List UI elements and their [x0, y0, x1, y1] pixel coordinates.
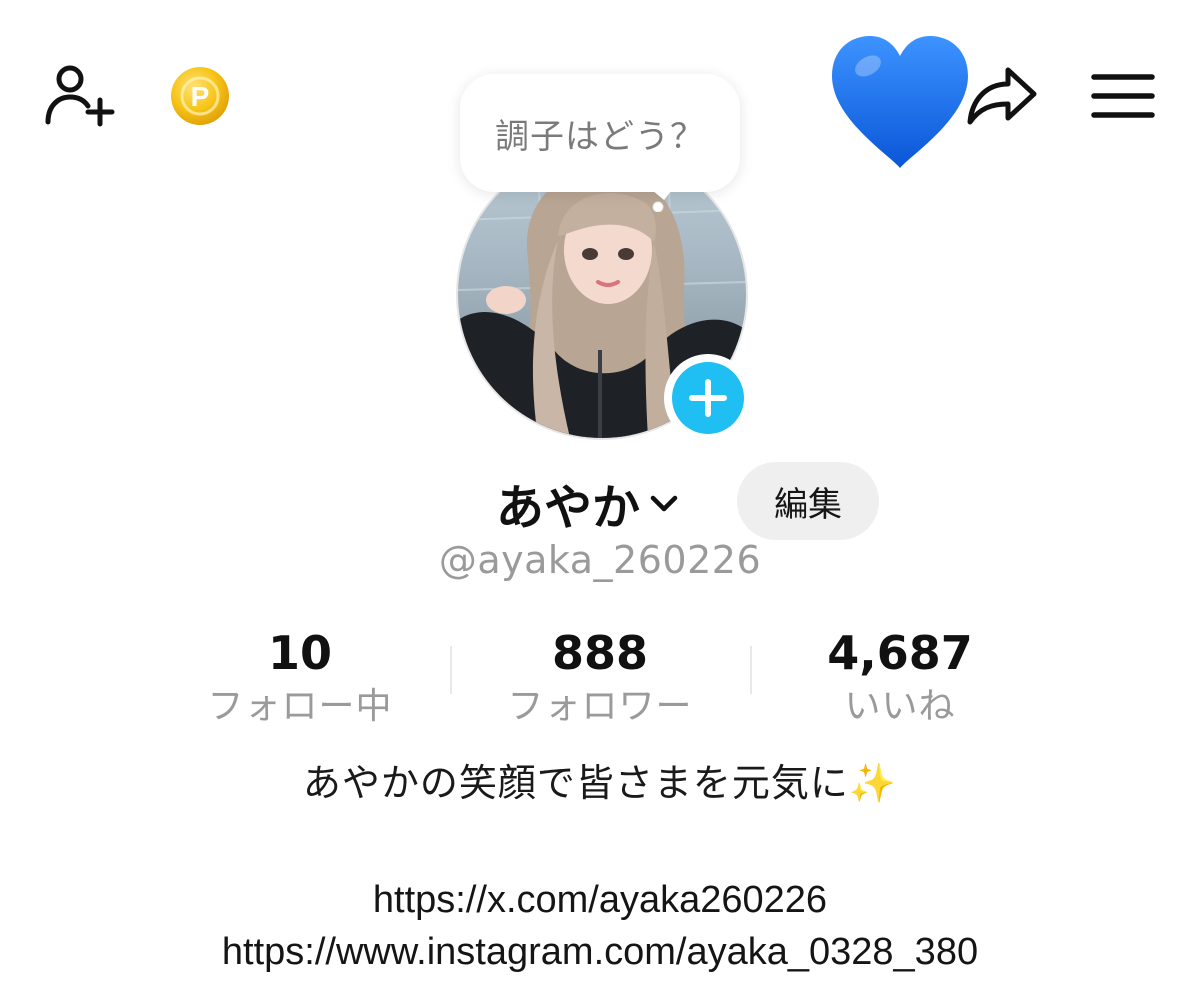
profile-links: https://x.com/ayaka260226 https://www.in… — [0, 874, 1200, 978]
blue-heart-emoji — [826, 32, 974, 174]
stat-divider — [750, 646, 752, 694]
stat-label: フォロワー — [507, 686, 693, 727]
add-story-button[interactable] — [664, 354, 752, 442]
chevron-down-icon — [650, 495, 678, 512]
stat-value: 4,687 — [827, 626, 973, 680]
add-friend-icon[interactable] — [38, 60, 118, 130]
bubble-tail — [650, 190, 676, 213]
profile-screen: P 調子はどう？ あやか 編集 @ayaka_260226 10 フォロー中 8… — [0, 0, 1200, 1000]
profile-bio: あやかの笑顔で皆さまを元気に✨ — [302, 761, 898, 805]
instagram-link[interactable]: https://www.instagram.com/ayaka_0328_380 — [0, 926, 1200, 978]
display-name-text: あやか — [496, 480, 641, 536]
stat-label: フォロー中 — [207, 686, 393, 727]
status-bubble-text: 調子はどう？ — [495, 116, 705, 157]
stat-value: 10 — [267, 626, 332, 680]
coin-icon[interactable]: P — [168, 64, 232, 128]
stats-row: 10 フォロー中 888 フォロワー 4,687 いいね — [150, 624, 1050, 734]
share-icon[interactable] — [962, 60, 1042, 130]
stat-divider — [450, 646, 452, 694]
svg-text:P: P — [191, 81, 210, 112]
stat-likes[interactable]: 4,687 いいね — [750, 624, 1050, 734]
plus-icon — [672, 362, 744, 434]
stat-followers[interactable]: 888 フォロワー — [450, 624, 750, 734]
display-name[interactable]: あやか — [496, 468, 682, 538]
user-handle: @ayaka_260226 — [438, 538, 762, 582]
edit-profile-button[interactable]: 編集 — [737, 462, 879, 540]
name-row: あやか 編集 — [0, 462, 1200, 542]
x-link[interactable]: https://x.com/ayaka260226 — [0, 874, 1200, 926]
stat-following[interactable]: 10 フォロー中 — [150, 624, 450, 734]
stat-label: いいね — [844, 686, 956, 727]
menu-icon[interactable] — [1088, 66, 1158, 126]
stat-value: 888 — [551, 626, 649, 680]
status-bubble[interactable]: 調子はどう？ — [460, 74, 740, 192]
